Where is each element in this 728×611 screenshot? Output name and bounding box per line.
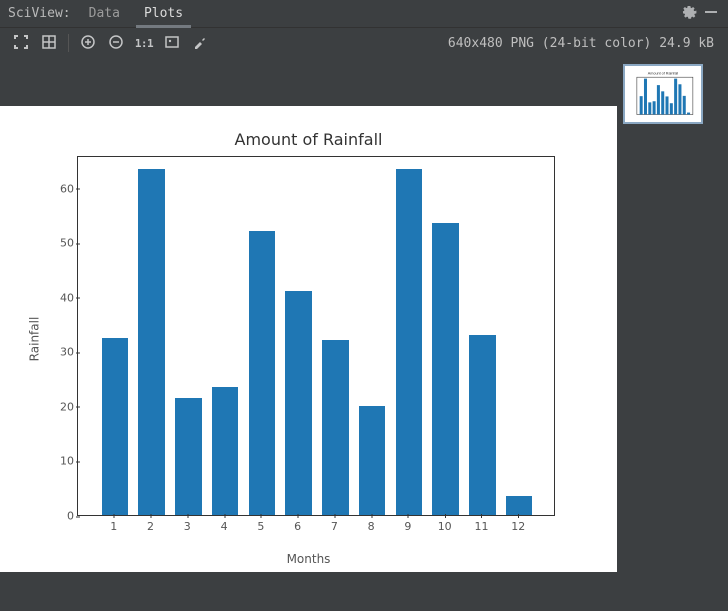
chart-bar [322,340,348,515]
preview-icon [164,34,180,53]
hide-button[interactable] [700,3,722,25]
chart-bar [102,338,128,515]
tab-data-label: Data [89,6,120,21]
chart-xtick: 7 [331,520,338,533]
chart-ytick: 0 [44,510,74,523]
actual-size-button[interactable]: 1:1 [131,30,157,56]
chart-xtick: 4 [221,520,228,533]
chart-bar [212,387,238,515]
one-to-one-icon: 1:1 [135,37,153,50]
fit-icon [13,34,29,53]
chart-ytick: 60 [44,182,74,195]
toolbar-separator [68,34,69,52]
chart-xtick: 8 [368,520,375,533]
chart-xtick: 2 [147,520,154,533]
chart-xtick: 3 [184,520,191,533]
color-picker-button[interactable] [187,30,213,56]
plot-thumbnail[interactable]: Amount of Rainfall [623,64,703,124]
preview-button[interactable] [159,30,185,56]
plus-circle-icon [80,34,96,53]
gear-icon [681,4,697,23]
chart-ytick: 20 [44,400,74,413]
plot-toolbar: 1:1 640x480 PNG (24-bit color) 24.9 kB [0,28,728,58]
settings-button[interactable] [678,3,700,25]
chart-bar [285,291,311,515]
thumbnail-icon: Amount of Rainfall [625,66,701,122]
chart-bar [396,169,422,515]
chart-xlabel: Months [0,552,617,566]
svg-text:Amount of Rainfall: Amount of Rainfall [648,71,679,75]
chart-bar [506,496,532,515]
minimize-icon [703,4,719,23]
chart-bar [175,398,201,515]
chart-ylabel: Rainfall [27,317,41,362]
plot-viewport[interactable]: Amount of Rainfall Rainfall Months 0 10 20… [0,58,617,611]
chart-bar [249,231,275,515]
fit-window-button[interactable] [8,30,34,56]
chart-xtick: 1 [110,520,117,533]
chart-bar [138,169,164,515]
tab-data[interactable]: Data [77,0,132,28]
chart-bar [469,335,495,515]
plot-canvas: Amount of Rainfall Rainfall Months 0 10 20… [0,106,617,572]
grid-button[interactable] [36,30,62,56]
sciview-tabbar: SciView: Data Plots [0,0,728,28]
chart-ytick: 40 [44,291,74,304]
chart-axes [77,156,555,516]
grid-icon [41,34,57,53]
workspace: Amount of Rainfall Rainfall Months 0 10 20… [0,58,728,611]
chart-xtick: 5 [257,520,264,533]
chart-ytick: 10 [44,455,74,468]
tab-plots[interactable]: Plots [132,0,195,28]
panel-title: SciView: [6,6,77,21]
thumbnail-panel: Amount of Rainfall [617,58,728,611]
zoom-in-button[interactable] [75,30,101,56]
chart-xtick: 6 [294,520,301,533]
minus-circle-icon [108,34,124,53]
chart-title: Amount of Rainfall [0,130,617,149]
chart-xtick: 10 [438,520,452,533]
image-info-status: 640x480 PNG (24-bit color) 24.9 kB [448,36,720,51]
chart-xtick: 9 [404,520,411,533]
chart-bar [359,406,385,515]
zoom-out-button[interactable] [103,30,129,56]
chart-ytick: 50 [44,237,74,250]
chart-xtick: 11 [474,520,488,533]
eyedropper-icon [192,34,208,53]
chart-bar [432,223,458,515]
chart-xtick: 12 [511,520,525,533]
tab-plots-label: Plots [144,6,183,21]
chart-ytick: 30 [44,346,74,359]
